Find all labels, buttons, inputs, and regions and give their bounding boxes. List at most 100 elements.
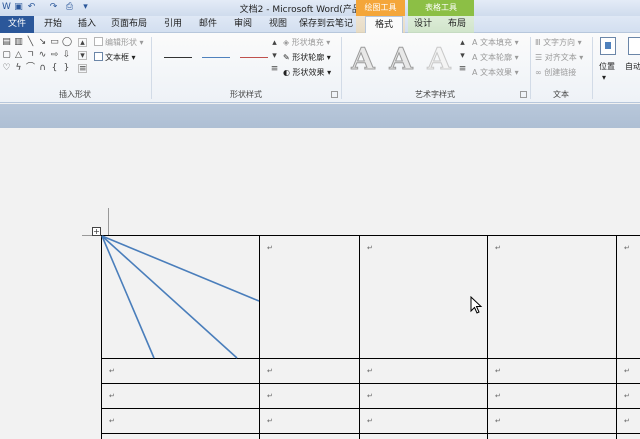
text-outline-label: 文本轮廓 bbox=[480, 53, 513, 62]
cell-end-mark: ↵ bbox=[624, 392, 630, 400]
tab-design[interactable]: 设计 bbox=[408, 16, 438, 33]
text-fill-button[interactable]: A 文本填充 ▾ bbox=[472, 37, 519, 48]
shape-styles-group-label: 形状样式 bbox=[230, 90, 262, 99]
diagonal-line[interactable] bbox=[101, 235, 238, 359]
shape-effects-button[interactable]: ◐ 形状效果 ▾ bbox=[283, 67, 331, 78]
shape-style-blue[interactable] bbox=[196, 38, 236, 78]
text-fill-icon: A bbox=[472, 38, 478, 47]
cell-end-mark: ↵ bbox=[495, 417, 501, 425]
cell-end-mark: ↵ bbox=[267, 244, 273, 252]
right-arrow-icon[interactable]: ⇨ bbox=[50, 51, 59, 60]
shape-styles-launcher-icon[interactable] bbox=[331, 91, 338, 98]
line-icon[interactable]: ╲ bbox=[26, 38, 35, 47]
text-effects-button[interactable]: A 文本效果 ▾ bbox=[472, 67, 519, 78]
cell-end-mark: ↵ bbox=[495, 367, 501, 375]
cell-end-mark: ↵ bbox=[267, 417, 273, 425]
ruler-bar bbox=[0, 104, 640, 128]
shape-fill-button[interactable]: ◈ 形状填充 ▾ bbox=[283, 37, 330, 48]
cell-end-mark: ↵ bbox=[495, 244, 501, 252]
tab-view[interactable]: 视图 bbox=[262, 16, 294, 33]
wordart-more-icon[interactable]: ≡ bbox=[458, 65, 467, 74]
down-arrow-icon[interactable]: ⇩ bbox=[62, 51, 71, 60]
curved-connector-icon[interactable]: ∿ bbox=[38, 51, 47, 60]
rectangle-icon[interactable]: ▭ bbox=[50, 38, 59, 47]
table-border bbox=[616, 235, 617, 439]
shapes-more-icon[interactable]: ≡ bbox=[78, 64, 87, 74]
create-link-label: 创建链接 bbox=[544, 68, 577, 77]
edit-shape-icon bbox=[94, 37, 103, 46]
wordart-sample-3[interactable]: A bbox=[422, 42, 456, 77]
tab-home[interactable]: 开始 bbox=[36, 16, 70, 33]
rounded-rect-icon[interactable]: ▢ bbox=[2, 51, 11, 60]
table-border bbox=[101, 433, 640, 434]
text-group-label: 文本 bbox=[553, 90, 569, 99]
right-brace-icon[interactable]: } bbox=[62, 64, 71, 73]
styles-scroll-down-icon[interactable]: ▾ bbox=[270, 52, 279, 61]
drawing-tools-header: 绘图工具 bbox=[356, 0, 405, 16]
edit-shape-button[interactable]: 编辑形状 ▾ bbox=[94, 37, 144, 48]
cell-end-mark: ↵ bbox=[109, 367, 115, 375]
textbox-shape-icon[interactable]: ▤ bbox=[2, 38, 11, 47]
styles-more-icon[interactable]: ≡ bbox=[270, 65, 279, 74]
elbow-connector-icon[interactable]: ㄱ bbox=[26, 51, 35, 60]
wordart-scroll-up-icon[interactable]: ▴ bbox=[458, 39, 467, 48]
position-icon[interactable] bbox=[600, 37, 616, 55]
left-brace-icon[interactable]: { bbox=[50, 64, 59, 73]
tab-review[interactable]: 审阅 bbox=[226, 16, 260, 33]
cell-end-mark: ↵ bbox=[495, 392, 501, 400]
text-direction-button[interactable]: Ⅲ 文字方向 ▾ bbox=[535, 37, 582, 48]
align-text-icon: ☰ bbox=[535, 53, 543, 62]
create-link-button[interactable]: ∞ 创建链接 bbox=[535, 67, 576, 78]
shape-style-black[interactable] bbox=[158, 38, 198, 78]
diagonal-header-lines[interactable] bbox=[101, 235, 261, 359]
arc-icon[interactable]: ⌒ bbox=[26, 64, 35, 73]
wordart-sample-2[interactable]: A bbox=[384, 42, 418, 77]
tab-layout[interactable]: 布局 bbox=[442, 16, 472, 33]
tab-file[interactable]: 文件 bbox=[0, 16, 34, 33]
paint-bucket-icon: ◈ bbox=[283, 38, 290, 47]
cell-end-mark: ↵ bbox=[367, 244, 373, 252]
tab-mailings[interactable]: 邮件 bbox=[192, 16, 224, 33]
tab-format[interactable]: 格式 bbox=[365, 16, 403, 34]
oval-icon[interactable]: ◯ bbox=[62, 38, 72, 47]
wordart-styles-group-label: 艺术字样式 bbox=[415, 90, 455, 99]
heart-shape-icon[interactable]: ♡ bbox=[2, 64, 11, 73]
text-direction-icon: Ⅲ bbox=[535, 38, 541, 47]
document-area: + ↵ ↵ ↵ ↵ ↵ ↵ ↵ ↵ ↵ ↵ ↵ ↵ ↵ ↵ ↵ ↵ ↵ ↵ ↵ bbox=[0, 128, 640, 439]
cell-end-mark: ↵ bbox=[267, 367, 273, 375]
position-dropdown-icon[interactable]: ▾ bbox=[602, 73, 606, 82]
table-border bbox=[101, 383, 640, 384]
shapes-scroll-down-icon[interactable]: ▾ bbox=[78, 51, 87, 61]
edit-shape-label: 编辑形状 bbox=[105, 38, 137, 47]
curve-icon[interactable]: ∩ bbox=[38, 64, 47, 73]
styles-scroll-up-icon[interactable]: ▴ bbox=[270, 39, 279, 48]
cell-end-mark: ↵ bbox=[367, 367, 373, 375]
shape-outline-button[interactable]: ✎ 形状轮廓 ▾ bbox=[283, 52, 331, 63]
lightning-icon[interactable]: ϟ bbox=[14, 64, 23, 73]
wrap-text-icon[interactable] bbox=[628, 37, 640, 55]
wrap-text-button[interactable]: 自动 bbox=[625, 61, 640, 72]
cell-end-mark: ↵ bbox=[367, 417, 373, 425]
tab-references[interactable]: 引用 bbox=[156, 16, 190, 33]
text-outline-button[interactable]: A 文本轮廓 ▾ bbox=[472, 52, 519, 63]
triangle-icon[interactable]: △ bbox=[14, 51, 23, 60]
table-move-handle-icon[interactable]: + bbox=[92, 227, 101, 236]
shape-style-red[interactable] bbox=[234, 38, 274, 78]
arrow-line-icon[interactable]: ↘ bbox=[38, 38, 47, 47]
position-button[interactable]: 位置 bbox=[599, 61, 615, 72]
cell-end-mark: ↵ bbox=[624, 367, 630, 375]
wordart-scroll-down-icon[interactable]: ▾ bbox=[458, 52, 467, 61]
tab-save-to-cloud[interactable]: 保存到云笔记 bbox=[296, 16, 356, 33]
tab-page-layout[interactable]: 页面布局 bbox=[104, 16, 154, 33]
align-text-button[interactable]: ☰ 对齐文本 ▾ bbox=[535, 52, 583, 63]
cell-end-mark: ↵ bbox=[367, 392, 373, 400]
wordart-sample-1[interactable]: A bbox=[346, 42, 380, 77]
text-box-icon bbox=[94, 52, 103, 61]
effects-icon: ◐ bbox=[283, 68, 290, 77]
text-direction-label: 文字方向 bbox=[543, 38, 576, 47]
wordart-styles-launcher-icon[interactable] bbox=[520, 91, 527, 98]
vertical-textbox-icon[interactable]: ▥ bbox=[14, 38, 23, 47]
tab-insert[interactable]: 插入 bbox=[72, 16, 102, 33]
text-box-button[interactable]: 文本框 ▾ bbox=[94, 52, 136, 63]
shapes-scroll-up-icon[interactable]: ▴ bbox=[78, 38, 87, 48]
